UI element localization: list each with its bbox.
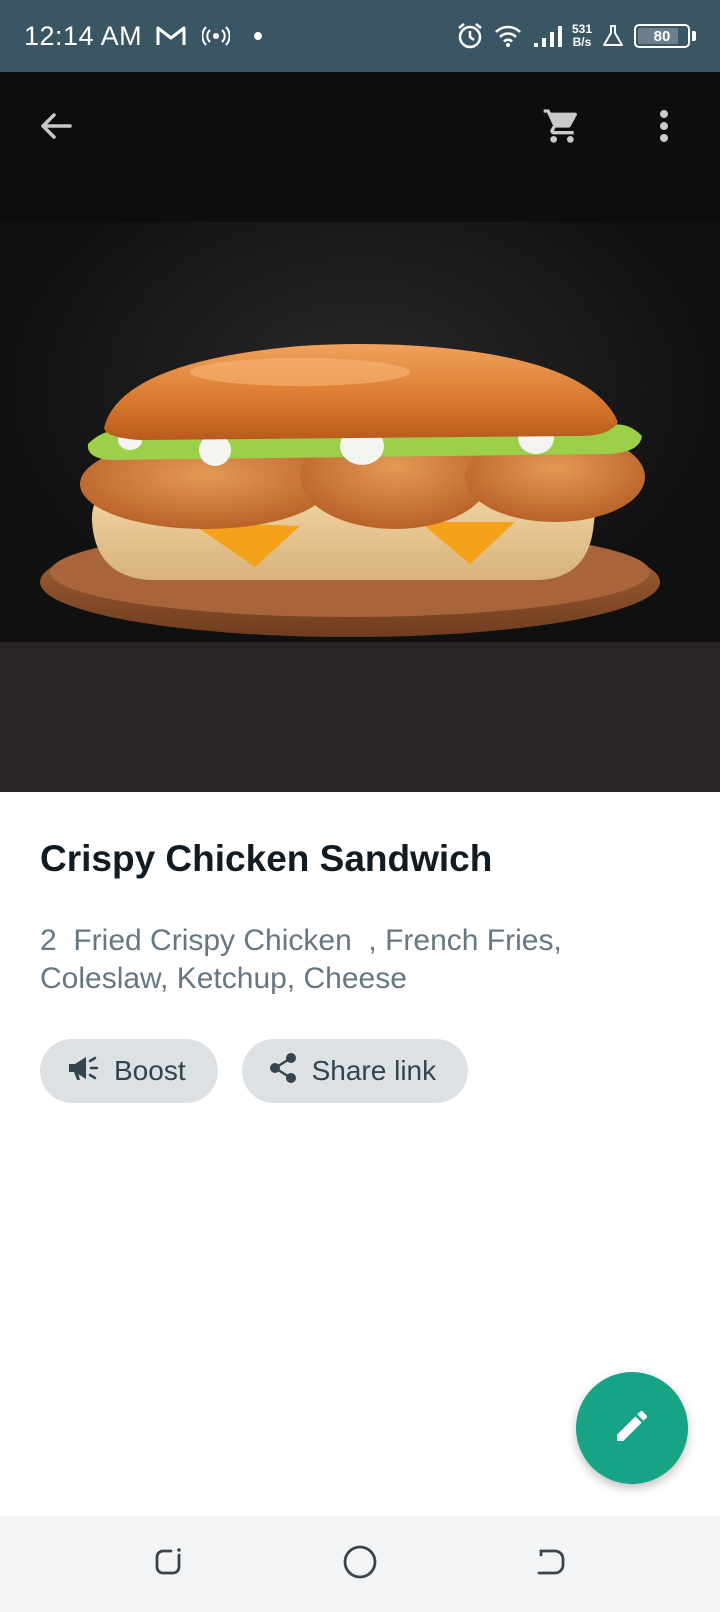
product-image-area [0,72,720,792]
signal-icon [532,24,562,48]
battery-level: 80 [653,27,671,45]
battery-icon: 80 [634,24,690,48]
boost-label: Boost [114,1055,186,1086]
product-title: Crispy Chicken Sandwich [40,838,493,879]
boost-button[interactable]: Boost [40,1039,218,1103]
status-time: 12:14 AM [24,20,143,51]
gmail-icon [156,25,186,47]
wifi-icon [494,24,522,48]
status-right-icons: 531 B/s 80 [456,22,696,50]
product-description: 2 Fried Crispy Chicken , French Fries, C… [40,924,571,995]
battery-tip [692,31,696,41]
cart-icon [542,106,582,151]
lab-icon [602,24,624,48]
back-button[interactable] [30,102,82,154]
megaphone-icon [66,1053,100,1090]
share-icon [268,1052,298,1091]
edit-fab[interactable] [576,1372,688,1484]
status-left-icons [156,25,270,47]
dot-icon [246,26,270,46]
arrow-left-icon [38,108,74,149]
action-buttons: Boost Share link [40,1039,469,1103]
app-bar [0,72,720,184]
image-bottom-band [0,642,720,792]
recents-icon [153,1545,187,1584]
net-speed-unit: B/s [572,35,592,49]
screen: 12:14 AM 531 B/s 80 Crispy Chicken Sandw… [0,0,720,1612]
status-bar: 12:14 AM 531 B/s 80 [0,0,720,72]
home-button[interactable] [335,1539,385,1589]
net-speed: 531 B/s [572,23,592,49]
product-photo [0,222,720,642]
share-link-button[interactable]: Share link [241,1039,469,1103]
more-options-button[interactable] [638,102,690,154]
back-nav-button[interactable] [525,1539,575,1589]
home-circle-icon [342,1544,378,1585]
alarm-icon [456,22,484,50]
more-vert-icon [658,108,670,149]
pencil-icon [612,1406,652,1451]
share-link-label: Share link [311,1055,437,1086]
cart-button[interactable] [536,102,588,154]
recents-button[interactable] [145,1539,195,1589]
hotspot-icon [202,26,231,46]
back-nav-icon [533,1545,567,1584]
system-nav-bar [0,1516,720,1612]
